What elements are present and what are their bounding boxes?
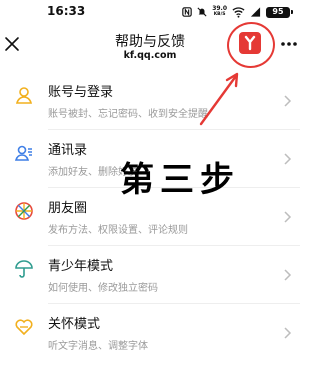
chevron-right-icon (284, 153, 292, 165)
status-time: 16:33 (47, 4, 86, 18)
menu-item-desc: 发布方法、权限设置、评论规则 (48, 225, 188, 236)
chevron-right-icon (284, 269, 292, 281)
menu-item-title: 关怀模式 (48, 317, 101, 332)
nfc-icon (182, 7, 192, 17)
user-icon (15, 87, 33, 104)
battery-indicator: 95 (266, 6, 293, 18)
menu-item-account[interactable]: 账号与登录 账号被封、忘记密码、收到安全提醒 (0, 72, 300, 130)
signal-icon (250, 7, 261, 17)
care-icon (15, 319, 33, 336)
menu-item-title: 青少年模式 (48, 259, 114, 274)
contacts-icon (14, 145, 32, 161)
umbrella-icon (15, 260, 33, 278)
chevron-right-icon (284, 327, 292, 339)
chevron-right-icon (284, 211, 292, 223)
step-label: 第三步 (120, 160, 240, 200)
menu-item-care-mode[interactable]: 关怀模式 听文字消息、调整字体 (0, 304, 300, 362)
menu-item-desc: 如何使用、修改独立密码 (48, 283, 158, 294)
menu-item-title: 通讯录 (48, 143, 88, 158)
menu-item-title: 账号与登录 (48, 85, 114, 100)
net-speed-unit: KB/S (213, 12, 226, 17)
mute-bell-icon (197, 7, 207, 17)
moments-icon (15, 202, 33, 220)
menu-item-desc: 账号被封、忘记密码、收到安全提醒 (48, 109, 208, 120)
menu-item-title: 朋友圈 (48, 201, 88, 216)
net-speed: 39.0 KB/S (212, 6, 227, 18)
status-icons: 39.0 KB/S 95 (182, 5, 293, 19)
menu-item-teen-mode[interactable]: 青少年模式 如何使用、修改独立密码 (0, 246, 300, 304)
chevron-right-icon (284, 95, 292, 107)
wifi-icon (232, 7, 245, 18)
more-icon[interactable] (279, 34, 299, 54)
menu-item-desc: 听文字消息、调整字体 (48, 341, 148, 352)
